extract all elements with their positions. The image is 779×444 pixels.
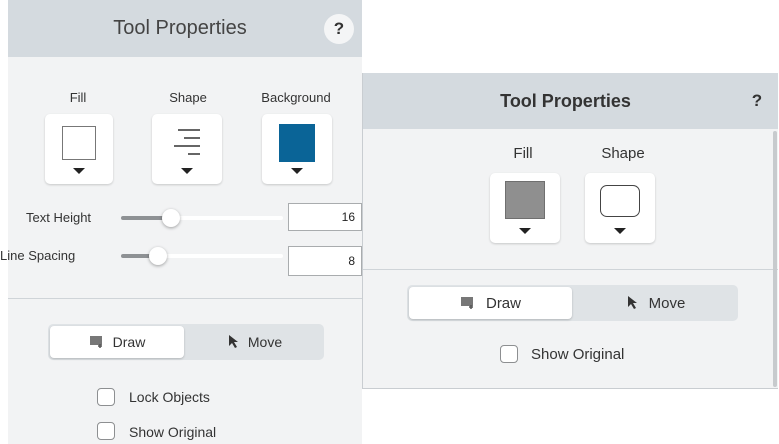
right-shape-dropdown[interactable] bbox=[585, 173, 655, 243]
rounded-rectangle-icon bbox=[600, 185, 640, 217]
line-spacing-slider[interactable] bbox=[121, 247, 283, 265]
text-height-input[interactable]: 16 bbox=[288, 203, 362, 231]
align-lines-icon bbox=[174, 129, 200, 155]
right-move-label: Move bbox=[648, 294, 686, 312]
left-shape-label: Shape bbox=[169, 90, 207, 105]
chevron-down-icon bbox=[73, 168, 85, 174]
left-fill-label: Fill bbox=[69, 90, 87, 105]
right-show-original-label: Show Original bbox=[531, 346, 625, 363]
left-show-original-label: Show Original bbox=[129, 424, 217, 440]
left-fill-dropdown[interactable] bbox=[45, 114, 113, 184]
right-fill-dropdown[interactable] bbox=[490, 173, 560, 243]
left-shape-dropdown[interactable] bbox=[152, 114, 222, 184]
text-height-label: Text Height bbox=[26, 210, 92, 225]
right-show-original-checkbox[interactable] bbox=[500, 345, 518, 363]
empty-fill-swatch-icon bbox=[62, 126, 96, 160]
move-cursor-icon bbox=[228, 335, 238, 348]
question-icon: ? bbox=[333, 19, 345, 38]
right-divider bbox=[363, 269, 778, 270]
move-cursor-icon bbox=[627, 296, 637, 309]
right-help-button[interactable]: ? bbox=[744, 88, 770, 114]
left-mode-toggle: Draw Move bbox=[48, 324, 324, 360]
chevron-down-icon bbox=[519, 228, 531, 234]
line-spacing-label: Line Spacing bbox=[0, 248, 76, 263]
right-panel-header: Tool Properties ? bbox=[363, 73, 778, 129]
left-background-dropdown[interactable] bbox=[262, 114, 332, 184]
left-divider bbox=[8, 298, 362, 299]
left-move-label: Move bbox=[247, 334, 283, 350]
left-move-button[interactable]: Move bbox=[186, 326, 322, 358]
right-draw-label: Draw bbox=[485, 294, 521, 312]
right-panel-title: Tool Properties bbox=[500, 90, 631, 111]
right-draw-button[interactable]: Draw bbox=[409, 287, 572, 319]
right-shape-label: Shape bbox=[601, 145, 645, 162]
left-panel-header: Tool Properties ? bbox=[8, 0, 362, 57]
right-fill-label: Fill bbox=[513, 145, 533, 162]
left-background-label: Background bbox=[261, 90, 331, 105]
chevron-down-icon bbox=[614, 228, 626, 234]
right-mode-toggle: Draw Move bbox=[407, 285, 738, 321]
left-draw-label: Draw bbox=[112, 334, 146, 350]
gray-fill-swatch-icon bbox=[505, 181, 545, 219]
text-height-slider[interactable] bbox=[121, 209, 283, 227]
lock-objects-label: Lock Objects bbox=[129, 389, 210, 405]
right-panel-scrollbar[interactable] bbox=[773, 131, 777, 387]
chevron-down-icon bbox=[181, 168, 193, 174]
left-show-original-checkbox[interactable] bbox=[97, 422, 115, 440]
question-icon: ? bbox=[751, 91, 763, 110]
left-draw-button[interactable]: Draw bbox=[50, 326, 184, 358]
chevron-down-icon bbox=[291, 168, 303, 174]
left-panel-title: Tool Properties bbox=[113, 17, 247, 39]
line-spacing-input[interactable]: 8 bbox=[288, 246, 362, 276]
left-help-button[interactable]: ? bbox=[324, 14, 354, 44]
lock-objects-checkbox[interactable] bbox=[97, 388, 115, 406]
right-tool-properties-panel: Tool Properties ? Fill Shape Draw Move S… bbox=[362, 73, 778, 389]
line-spacing-slider-handle[interactable] bbox=[149, 247, 167, 265]
blue-background-swatch-icon bbox=[279, 124, 315, 162]
text-height-slider-handle[interactable] bbox=[162, 209, 180, 227]
draw-icon bbox=[89, 336, 102, 348]
draw-icon bbox=[460, 297, 473, 309]
right-move-button[interactable]: Move bbox=[574, 287, 736, 319]
left-tool-properties-panel: Tool Properties ? Fill Shape Background … bbox=[0, 0, 362, 444]
